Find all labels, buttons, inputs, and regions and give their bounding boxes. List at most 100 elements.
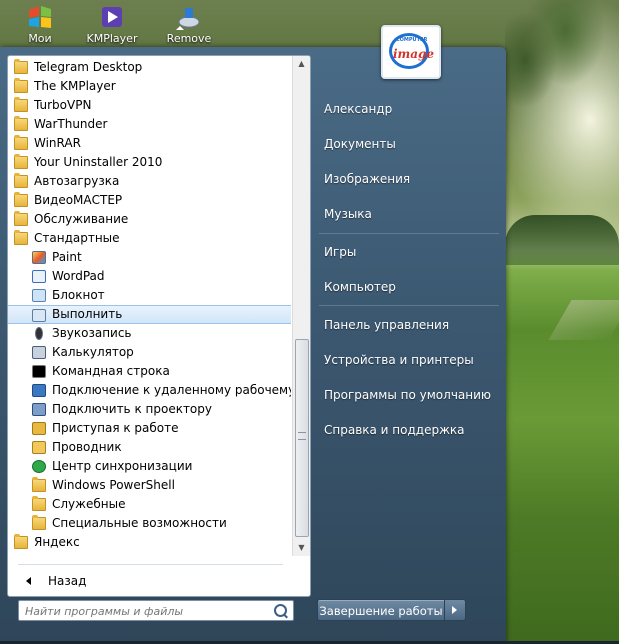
folder-icon <box>14 97 28 112</box>
kmplayer-icon <box>102 7 122 27</box>
folder-icon <box>14 59 28 74</box>
search-input[interactable] <box>23 602 267 621</box>
desktop-icon-label: Remove <box>166 32 212 45</box>
program-folder[interactable]: Яндекс <box>8 533 291 552</box>
scroll-down-arrow-icon[interactable]: ▼ <box>293 540 310 556</box>
right-item-help-support[interactable]: Справка и поддержка <box>313 417 498 443</box>
program-item[interactable]: Центр синхронизации <box>8 457 291 476</box>
computer-icon <box>29 6 51 28</box>
program-label: Выполнить <box>52 307 123 321</box>
desktop-icon-my-computer[interactable]: Мои <box>8 0 72 52</box>
program-label: Командная строка <box>52 364 170 378</box>
program-item[interactable]: Подключить к проектору <box>8 400 291 419</box>
program-label: Paint <box>52 250 82 264</box>
paint-icon <box>32 251 46 264</box>
program-folder[interactable]: TurboVPN <box>8 96 291 115</box>
program-item[interactable]: Командная строка <box>8 362 291 381</box>
folder-icon <box>14 135 28 150</box>
run-icon <box>32 309 46 322</box>
program-folder[interactable]: Специальные возможности <box>8 514 291 533</box>
program-item[interactable]: Блокнот <box>8 286 291 305</box>
program-item[interactable]: Приступая к работе <box>8 419 291 438</box>
program-label: Подключение к удаленному рабочему столу <box>52 383 291 397</box>
program-folder[interactable]: Обслуживание <box>8 210 291 229</box>
right-item-devices-printers[interactable]: Устройства и принтеры <box>313 347 498 373</box>
program-folder[interactable]: WarThunder <box>8 115 291 134</box>
folder-icon <box>32 477 46 492</box>
folder-icon <box>14 116 28 131</box>
program-folder[interactable]: Стандартные <box>8 229 291 248</box>
scroll-up-arrow-icon[interactable]: ▲ <box>293 56 310 72</box>
program-label: Центр синхронизации <box>52 459 193 473</box>
right-item-music[interactable]: Музыка <box>313 201 498 227</box>
remote-desktop-icon <box>32 384 46 397</box>
scroll-thumb[interactable] <box>295 339 309 537</box>
program-folder[interactable]: Служебные <box>8 495 291 514</box>
program-item[interactable]: Выполнить <box>8 305 291 324</box>
program-label: WarThunder <box>34 117 108 131</box>
desktop-icon-remove[interactable]: Remove <box>157 0 221 52</box>
notepad-icon <box>32 289 46 302</box>
sync-center-icon <box>32 460 46 473</box>
right-item-user[interactable]: Александр <box>313 96 498 122</box>
wallpaper-trees <box>505 0 619 230</box>
program-label: WordPad <box>52 269 105 283</box>
program-item[interactable]: Paint <box>8 248 291 267</box>
program-folder[interactable]: Telegram Desktop <box>8 58 291 77</box>
folder-icon <box>14 192 28 207</box>
program-item[interactable]: Подключение к удаленному рабочему столу <box>8 381 291 400</box>
right-item-games[interactable]: Игры <box>313 239 498 265</box>
desktop-icon-kmplayer[interactable]: KMPlayer <box>80 0 144 52</box>
program-item[interactable]: Звукозапись <box>8 324 291 343</box>
getting-started-icon <box>32 422 46 435</box>
program-label: ВидеоМАСТЕР <box>34 193 123 207</box>
programs-scrollbar[interactable]: ▲ ▼ <box>292 56 310 556</box>
program-folder[interactable]: Автозагрузка <box>8 172 291 191</box>
program-folder[interactable]: WinRAR <box>8 134 291 153</box>
wordpad-icon <box>32 270 46 283</box>
shutdown-options-arrow-icon[interactable] <box>445 599 466 621</box>
program-label: Проводник <box>52 440 122 454</box>
program-list: Telegram Desktop The KMPlayer TurboVPN WarT… <box>8 58 291 552</box>
right-item-computer[interactable]: Компьютер <box>313 274 498 300</box>
program-label: Telegram Desktop <box>34 60 143 74</box>
program-label: Автозагрузка <box>34 174 120 188</box>
desktop-icon-label: KMPlayer <box>86 32 138 45</box>
shutdown-button[interactable]: Завершение работы <box>317 599 445 621</box>
program-folder[interactable]: The KMPlayer <box>8 77 291 96</box>
microphone-icon <box>35 327 43 340</box>
right-item-control-panel[interactable]: Панель управления <box>313 312 498 338</box>
wallpaper-treeline <box>505 215 619 265</box>
back-button[interactable]: Назад <box>8 571 298 591</box>
explorer-icon <box>32 441 46 454</box>
search-icon[interactable] <box>274 604 287 617</box>
program-label: WinRAR <box>34 136 81 150</box>
search-box[interactable] <box>18 600 294 621</box>
back-label: Назад <box>48 574 87 588</box>
right-item-default-programs[interactable]: Программы по умолчанию <box>313 382 498 408</box>
calculator-icon <box>32 346 46 359</box>
program-item[interactable]: Проводник <box>8 438 291 457</box>
user-picture[interactable]: COMPUTER image <box>381 25 441 79</box>
program-label: TurboVPN <box>34 98 92 112</box>
program-folder[interactable]: Your Uninstaller 2010 <box>8 153 291 172</box>
right-separator <box>319 233 499 234</box>
programs-divider <box>18 564 283 565</box>
folder-icon <box>14 78 28 93</box>
command-prompt-icon <box>32 365 46 378</box>
program-item[interactable]: Калькулятор <box>8 343 291 362</box>
program-item[interactable]: WordPad <box>8 267 291 286</box>
back-arrow-icon <box>26 577 31 585</box>
program-folder[interactable]: Windows PowerShell <box>8 476 291 495</box>
user-picture-small-text: COMPUTER <box>396 37 428 43</box>
folder-icon <box>14 173 28 188</box>
program-label: Стандартные <box>34 231 120 245</box>
right-item-pictures[interactable]: Изображения <box>313 166 498 192</box>
uninstaller-icon <box>176 8 200 30</box>
folder-icon <box>14 211 28 226</box>
program-label: Your Uninstaller 2010 <box>34 155 163 169</box>
programs-panel: Telegram Desktop The KMPlayer TurboVPN WarT… <box>7 55 311 597</box>
right-item-documents[interactable]: Документы <box>313 131 498 157</box>
program-folder[interactable]: ВидеоМАСТЕР <box>8 191 291 210</box>
program-label: The KMPlayer <box>34 79 116 93</box>
